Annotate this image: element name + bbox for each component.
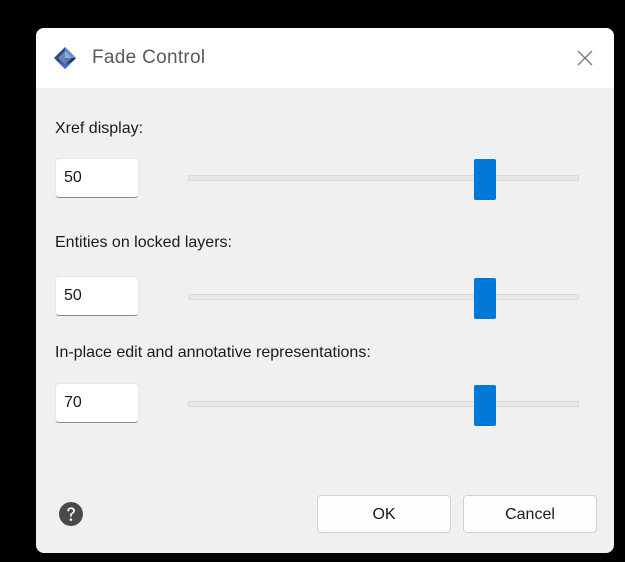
autocad-logo-icon bbox=[54, 47, 76, 69]
slider-thumb[interactable] bbox=[474, 278, 496, 319]
xref-display-input[interactable] bbox=[55, 158, 139, 198]
close-icon[interactable] bbox=[572, 45, 598, 71]
inplace-edit-label: In-place edit and annotative representat… bbox=[55, 344, 371, 361]
inplace-edit-slider[interactable] bbox=[188, 384, 579, 426]
slider-track bbox=[188, 294, 579, 300]
slider-track bbox=[188, 175, 579, 181]
fade-control-dialog: Fade Control Xref display: Entities on l… bbox=[36, 28, 614, 553]
cancel-button[interactable]: Cancel bbox=[463, 495, 597, 533]
inplace-edit-input[interactable] bbox=[55, 383, 139, 423]
locked-layers-label: Entities on locked layers: bbox=[55, 234, 232, 251]
locked-layers-slider[interactable] bbox=[188, 277, 579, 319]
help-icon[interactable] bbox=[58, 501, 84, 527]
slider-thumb[interactable] bbox=[474, 385, 496, 426]
xref-display-slider[interactable] bbox=[188, 158, 579, 200]
title-bar: Fade Control bbox=[36, 28, 614, 88]
xref-display-label: Xref display: bbox=[55, 120, 144, 137]
slider-track bbox=[188, 401, 579, 407]
ok-button[interactable]: OK bbox=[317, 495, 451, 533]
slider-thumb[interactable] bbox=[474, 159, 496, 200]
locked-layers-input[interactable] bbox=[55, 276, 139, 316]
dialog-title: Fade Control bbox=[92, 47, 206, 68]
